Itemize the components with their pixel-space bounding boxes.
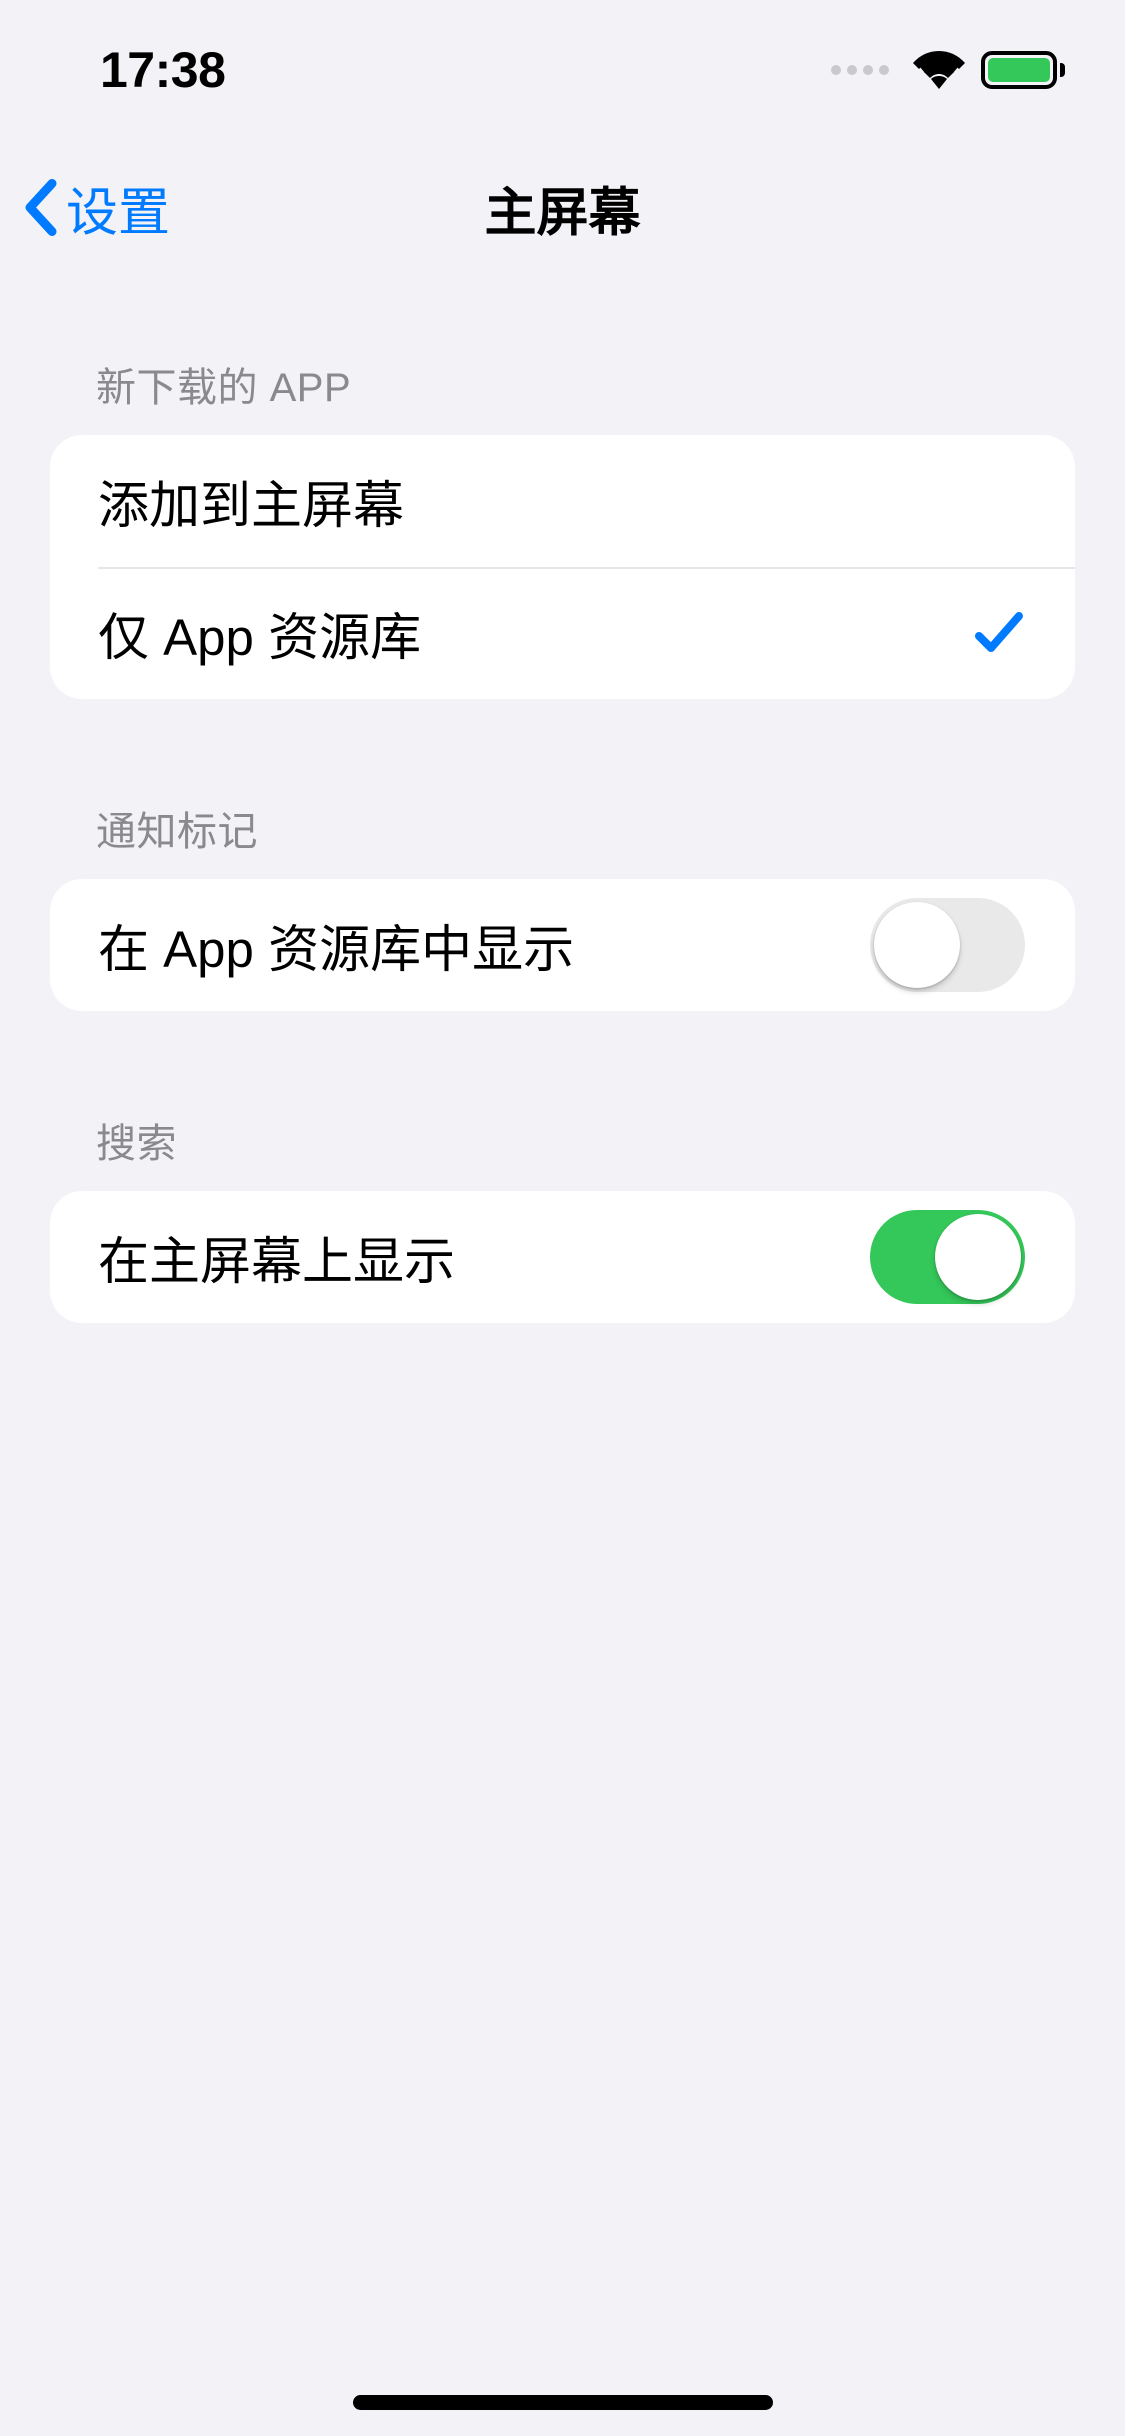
status-bar: 17:38: [0, 0, 1125, 140]
page-title: 主屏幕: [484, 170, 640, 245]
content-area: 新下载的 APP 添加到主屏幕 仅 App 资源库 通知标记 在 App 资源库…: [0, 355, 1125, 1323]
section-new-apps: 新下载的 APP 添加到主屏幕 仅 App 资源库: [50, 355, 1075, 699]
row-label: 在 App 资源库中显示: [98, 908, 574, 982]
home-indicator[interactable]: [353, 2395, 773, 2410]
row-show-in-app-library: 在 App 资源库中显示: [50, 879, 1075, 1011]
row-show-on-home-screen: 在主屏幕上显示: [50, 1191, 1075, 1323]
group-search: 在主屏幕上显示: [50, 1191, 1075, 1323]
toggle-show-on-home-screen[interactable]: [870, 1210, 1025, 1304]
section-header-search: 搜索: [50, 1111, 1075, 1191]
group-badges: 在 App 资源库中显示: [50, 879, 1075, 1011]
chevron-left-icon: [22, 178, 60, 238]
toggle-show-in-app-library[interactable]: [870, 898, 1025, 992]
row-label: 在主屏幕上显示: [98, 1220, 455, 1294]
option-label: 仅 App 资源库: [98, 596, 421, 670]
option-app-library-only[interactable]: 仅 App 资源库: [50, 567, 1075, 699]
status-indicators: [831, 51, 1065, 89]
back-button[interactable]: 设置: [22, 170, 170, 245]
option-label: 添加到主屏幕: [98, 464, 404, 538]
group-new-apps: 添加到主屏幕 仅 App 资源库: [50, 435, 1075, 699]
section-header-new-apps: 新下载的 APP: [50, 355, 1075, 435]
status-time: 17:38: [100, 41, 225, 99]
navigation-bar: 设置 主屏幕: [0, 140, 1125, 275]
section-search: 搜索 在主屏幕上显示: [50, 1111, 1075, 1323]
wifi-icon: [913, 51, 965, 89]
section-header-badges: 通知标记: [50, 799, 1075, 879]
battery-icon: [981, 51, 1065, 89]
checkmark-icon: [973, 608, 1025, 658]
section-badges: 通知标记 在 App 资源库中显示: [50, 799, 1075, 1011]
option-add-to-home[interactable]: 添加到主屏幕: [50, 435, 1075, 567]
signal-dots-icon: [831, 65, 889, 75]
back-label: 设置: [66, 170, 170, 245]
